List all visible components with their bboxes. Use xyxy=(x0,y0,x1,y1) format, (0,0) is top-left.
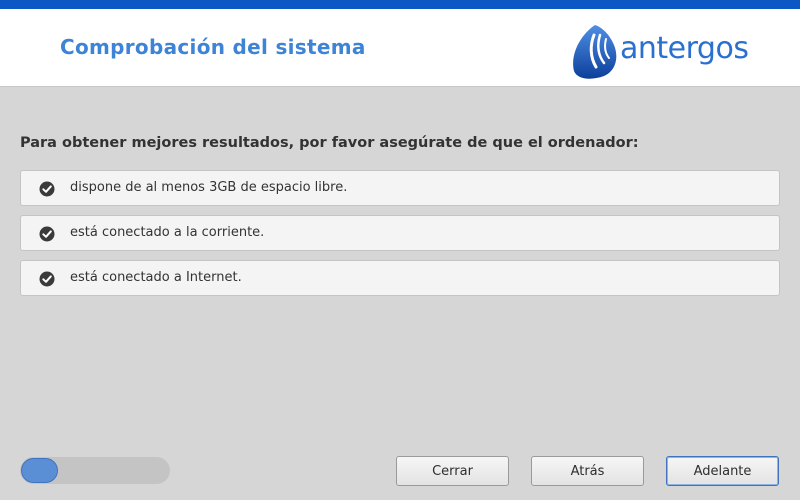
page-title: Comprobación del sistema xyxy=(60,35,366,59)
requirement-label: está conectado a la corriente. xyxy=(70,225,265,240)
requirement-power: está conectado a la corriente. xyxy=(20,215,780,251)
logo-text: antergos xyxy=(620,31,749,66)
progress-fill xyxy=(21,458,58,483)
requirement-label: dispone de al menos 3GB de espacio libre… xyxy=(70,180,348,195)
top-accent-bar xyxy=(0,0,800,9)
intro-text: Para obtener mejores resultados, por fav… xyxy=(20,135,639,151)
back-button[interactable]: Atrás xyxy=(531,456,644,486)
requirement-disk-space: dispone de al menos 3GB de espacio libre… xyxy=(20,170,780,206)
check-circle-icon xyxy=(39,181,55,197)
antergos-logo: antergos xyxy=(568,21,758,83)
installer-progress-bar xyxy=(20,457,170,484)
check-circle-icon xyxy=(39,226,55,242)
requirement-internet: está conectado a Internet. xyxy=(20,260,780,296)
antergos-logo-icon xyxy=(573,25,617,79)
requirements-list: dispone de al menos 3GB de espacio libre… xyxy=(20,170,780,305)
next-button[interactable]: Adelante xyxy=(666,456,779,486)
header: Comprobación del sistema antergos xyxy=(0,9,800,87)
close-button[interactable]: Cerrar xyxy=(396,456,509,486)
check-circle-icon xyxy=(39,271,55,287)
requirement-label: está conectado a Internet. xyxy=(70,270,242,285)
